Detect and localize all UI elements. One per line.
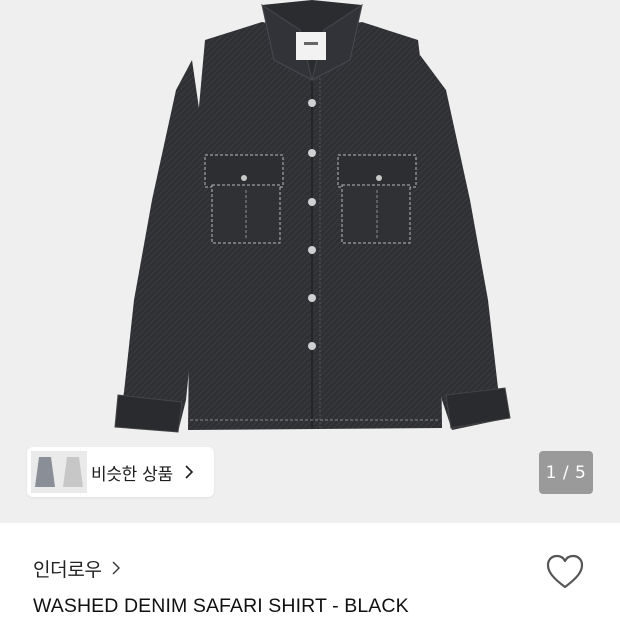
similar-products-label: 비슷한 상품 xyxy=(91,464,173,485)
product-title: WASHED DENIM SAFARI SHIRT - BLACK xyxy=(33,595,409,617)
brand-name: 인더로우 xyxy=(33,558,102,581)
similar-products-thumbnails xyxy=(27,447,87,497)
heart-outline-icon[interactable] xyxy=(545,554,585,590)
chevron-right-icon xyxy=(185,465,193,479)
image-page-counter: 1 / 5 xyxy=(539,451,593,494)
product-info: 인더로우 WASHED DENIM SAFARI SHIRT - BLACK xyxy=(0,523,620,620)
product-image[interactable] xyxy=(0,0,620,523)
similar-products-button[interactable]: 비슷한 상품 xyxy=(27,447,214,497)
similar-thumbnail xyxy=(31,451,59,493)
chevron-right-icon xyxy=(112,561,120,575)
similar-thumbnail xyxy=(59,451,87,493)
product-image-gallery[interactable]: 비슷한 상품 1 / 5 xyxy=(0,0,620,523)
brand-link[interactable]: 인더로우 xyxy=(33,556,121,581)
